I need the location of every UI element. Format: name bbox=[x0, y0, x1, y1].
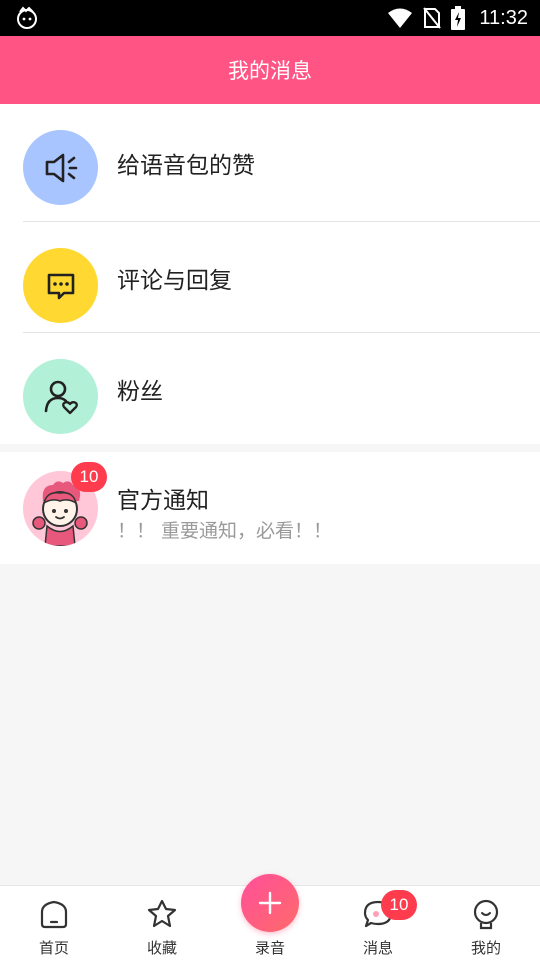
app-mascot-icon bbox=[17, 6, 37, 29]
record-button[interactable] bbox=[241, 874, 299, 932]
star-icon bbox=[147, 899, 177, 928]
likes-label: 给语音包的赞 bbox=[117, 153, 255, 179]
notice-preview: ！！ 重要通知，必看！！ bbox=[117, 520, 333, 542]
tab-favorites-label: 收藏 bbox=[146, 939, 177, 957]
tab-profile-label: 我的 bbox=[470, 939, 501, 957]
status-bar: 11:32 bbox=[0, 0, 540, 36]
fans-row[interactable]: 粉丝 bbox=[0, 333, 540, 444]
tab-home[interactable]: 首页 bbox=[0, 886, 108, 960]
comments-icon-circle bbox=[23, 248, 98, 323]
tab-record-label: 录音 bbox=[254, 939, 285, 957]
tab-favorites[interactable]: 收藏 bbox=[108, 886, 216, 960]
no-sim-icon bbox=[423, 7, 442, 29]
notice-unread-badge: 10 bbox=[71, 462, 107, 492]
home-icon bbox=[40, 900, 68, 929]
message-category-list: 给语音包的赞 评论与回复 粉丝 bbox=[0, 104, 540, 444]
tab-home-label: 首页 bbox=[38, 939, 69, 957]
tab-messages-label: 消息 bbox=[362, 939, 393, 957]
plus-icon bbox=[258, 891, 282, 915]
chat-bubble-icon bbox=[47, 273, 74, 299]
page-title: 我的消息 bbox=[228, 59, 312, 83]
speaker-icon bbox=[45, 153, 77, 182]
wifi-icon bbox=[388, 8, 413, 28]
notice-title: 官方通知 bbox=[117, 488, 209, 514]
profile-icon bbox=[473, 899, 499, 930]
fans-label: 粉丝 bbox=[117, 378, 163, 405]
comments-label: 评论与回复 bbox=[117, 267, 232, 294]
likes-icon-circle bbox=[23, 130, 98, 205]
messages-unread-badge: 10 bbox=[381, 890, 417, 920]
tab-messages[interactable]: 消息 bbox=[324, 886, 432, 960]
tab-profile[interactable]: 我的 bbox=[432, 886, 540, 960]
comments-row[interactable]: 评论与回复 bbox=[0, 222, 540, 333]
battery-charging-icon bbox=[451, 6, 466, 30]
likes-row[interactable]: 给语音包的赞 bbox=[0, 104, 540, 222]
fans-icon-circle bbox=[23, 359, 98, 434]
person-heart-icon bbox=[44, 380, 78, 414]
clock: 11:32 bbox=[479, 6, 528, 29]
app-header: 我的消息 bbox=[0, 36, 540, 104]
